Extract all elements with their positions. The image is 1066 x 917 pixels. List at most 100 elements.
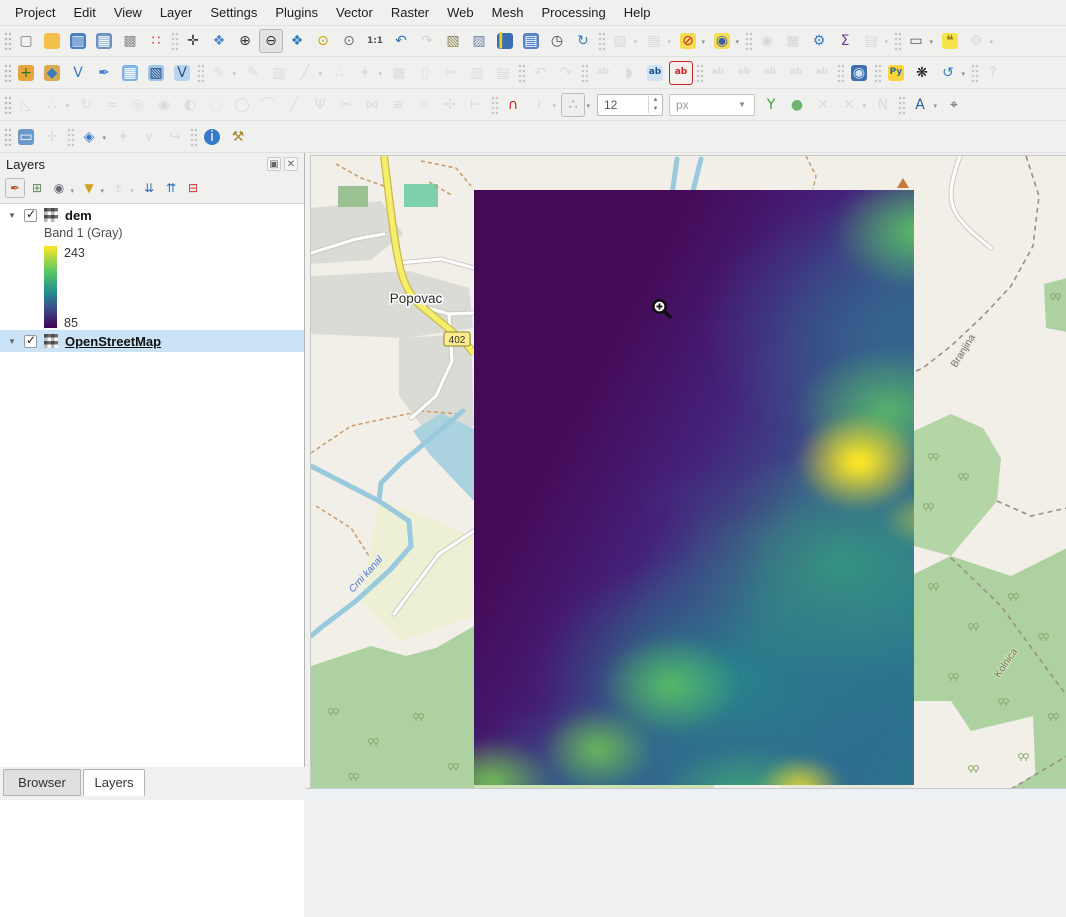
- delete-ring-icon[interactable]: ◌: [204, 93, 228, 117]
- rotate-point-symbols-icon[interactable]: ✳: [412, 93, 436, 117]
- rotate-label-icon[interactable]: ab: [784, 61, 808, 85]
- edit-annotation-icon[interactable]: ⌖: [942, 93, 966, 117]
- diagram-options-disabled-icon[interactable]: ◗: [617, 61, 641, 85]
- new-print-layout-icon[interactable]: ▦: [92, 29, 116, 53]
- run-feature-action-icon[interactable]: ⚙▾: [964, 29, 988, 53]
- first-aid-plugin-icon[interactable]: ❋: [910, 61, 934, 85]
- snapping-tolerance[interactable]: 12▲▼: [597, 94, 663, 116]
- save-project-icon[interactable]: ▥: [66, 29, 90, 53]
- add-ring-icon[interactable]: ◎: [126, 93, 150, 117]
- new-mesh-layer-icon[interactable]: ▧: [144, 61, 168, 85]
- processing-history-icon[interactable]: ↺▾: [936, 61, 960, 85]
- undo-icon[interactable]: ↶: [528, 61, 552, 85]
- save-layer-edits-icon[interactable]: ▥: [267, 61, 291, 85]
- open-data-source-manager-icon[interactable]: +: [14, 61, 38, 85]
- identify-tool-icon[interactable]: i: [200, 125, 224, 149]
- dropdown-arrow-icon[interactable]: ▾: [933, 102, 937, 110]
- filter-by-expression-icon[interactable]: ε▾: [109, 178, 129, 198]
- pan-map-icon[interactable]: ✛: [181, 29, 205, 53]
- spinner-arrows-icon[interactable]: ▲▼: [648, 96, 662, 113]
- collapse-all-icon[interactable]: ⇈: [161, 178, 181, 198]
- change-label-properties-icon[interactable]: ab: [810, 61, 834, 85]
- pin-labels-icon[interactable]: ◈▾: [77, 125, 101, 149]
- dropdown-arrow-icon[interactable]: ▾: [989, 38, 993, 46]
- menu-processing[interactable]: Processing: [532, 2, 614, 23]
- manage-map-themes-icon[interactable]: ◉▾: [49, 178, 69, 198]
- highlight-pinned-labels-icon[interactable]: ✦: [111, 125, 135, 149]
- expand-arrow-icon[interactable]: ▼: [8, 211, 18, 220]
- rotate-label-tool-icon[interactable]: ✛: [40, 125, 64, 149]
- tab-browser[interactable]: Browser: [3, 769, 81, 796]
- fill-ring-icon[interactable]: ◐: [178, 93, 202, 117]
- dropdown-arrow-icon[interactable]: ▾: [701, 38, 705, 46]
- style-manager-icon[interactable]: ∷: [144, 29, 168, 53]
- dropdown-arrow-icon[interactable]: ▾: [586, 102, 590, 110]
- offset-curve-icon[interactable]: ⌒: [256, 93, 280, 117]
- enable-snapping-icon[interactable]: ∩: [501, 93, 525, 117]
- dropdown-arrow-icon[interactable]: ▾: [70, 187, 74, 195]
- attributes-dock-icon[interactable]: ▤▾: [859, 29, 883, 53]
- menu-vector[interactable]: Vector: [327, 2, 382, 23]
- enable-tracing-icon[interactable]: ≀▾: [527, 93, 551, 117]
- tab-layers[interactable]: Layers: [83, 769, 145, 796]
- split-parts-icon[interactable]: Ψ: [308, 93, 332, 117]
- highlight-labels-icon[interactable]: ab: [732, 61, 756, 85]
- options-wrench-icon[interactable]: ⚒: [226, 125, 250, 149]
- zoom-native-resolution-icon[interactable]: 1:1: [363, 29, 387, 53]
- dropdown-arrow-icon[interactable]: ▾: [862, 102, 866, 110]
- dropdown-arrow-icon[interactable]: ▾: [667, 38, 671, 46]
- dropdown-arrow-icon[interactable]: ▾: [378, 70, 382, 78]
- menu-project[interactable]: Project: [6, 2, 64, 23]
- new-geopackage-layer-icon[interactable]: ◆: [40, 61, 64, 85]
- cad-tools-icon[interactable]: ◺: [14, 93, 38, 117]
- self-snapping-icon[interactable]: ∴▾: [561, 93, 585, 117]
- deselect-features-icon[interactable]: ⊘▾: [676, 29, 700, 53]
- modify-attributes-icon[interactable]: ▦: [387, 61, 411, 85]
- current-edits-icon[interactable]: ✎▾: [207, 61, 231, 85]
- simplify-feature-icon[interactable]: ≈: [100, 93, 124, 117]
- measure-icon[interactable]: ▭▾: [904, 29, 928, 53]
- new-3d-map-view-icon[interactable]: ▨: [467, 29, 491, 53]
- identify-features-icon[interactable]: ◉: [755, 29, 779, 53]
- geometry-checker-icon[interactable]: N: [871, 93, 895, 117]
- menu-web[interactable]: Web: [438, 2, 483, 23]
- processing-toolbox-icon[interactable]: ⚙: [807, 29, 831, 53]
- dropdown-arrow-icon[interactable]: ▾: [130, 187, 134, 195]
- chevron-down-icon[interactable]: ▼: [738, 100, 754, 109]
- menu-edit[interactable]: Edit: [64, 2, 104, 23]
- move-label-and-diagram-icon[interactable]: ▭: [14, 125, 38, 149]
- copy-features-icon[interactable]: ▥: [465, 61, 489, 85]
- dropdown-arrow-icon[interactable]: ▾: [232, 70, 236, 78]
- zoom-in-icon[interactable]: ⊕: [233, 29, 257, 53]
- dropdown-arrow-icon[interactable]: ▾: [961, 70, 965, 78]
- refresh-map-icon[interactable]: ↻: [571, 29, 595, 53]
- select-features-by-value-icon[interactable]: ▤▾: [642, 29, 666, 53]
- dropdown-arrow-icon[interactable]: ▾: [735, 38, 739, 46]
- osm-visibility-checkbox[interactable]: [24, 335, 37, 348]
- merge-features-icon[interactable]: ⋈: [360, 93, 384, 117]
- dem-layer-label[interactable]: dem: [65, 208, 92, 223]
- snapping-unit[interactable]: px▼: [669, 94, 755, 116]
- dropdown-arrow-icon[interactable]: ▾: [633, 38, 637, 46]
- avoid-overlap-on-layer-icon[interactable]: ●: [785, 93, 809, 117]
- snap-mode-icon[interactable]: ✕▾: [837, 93, 861, 117]
- show-statistical-summary-icon[interactable]: Σ: [833, 29, 857, 53]
- add-record-icon[interactable]: ∴: [327, 61, 351, 85]
- menu-view[interactable]: View: [105, 2, 151, 23]
- reshape-features-icon[interactable]: ╱: [282, 93, 306, 117]
- open-attribute-table-icon[interactable]: ▦: [781, 29, 805, 53]
- zoom-out-icon[interactable]: ⊖: [259, 29, 283, 53]
- merge-attributes-icon[interactable]: ≡: [386, 93, 410, 117]
- menu-settings[interactable]: Settings: [201, 2, 266, 23]
- show-layout-manager-icon[interactable]: ▩: [118, 29, 142, 53]
- panel-float-icon[interactable]: ▣: [267, 157, 281, 171]
- expand-all-icon[interactable]: ⇊: [139, 178, 159, 198]
- new-project-icon[interactable]: ▢: [14, 29, 38, 53]
- select-features-icon[interactable]: ▧▾: [608, 29, 632, 53]
- dropdown-arrow-icon[interactable]: ▾: [65, 102, 69, 110]
- dropdown-arrow-icon[interactable]: ▾: [884, 38, 888, 46]
- pan-map-to-selection-icon[interactable]: ❖: [207, 29, 231, 53]
- paste-features-icon[interactable]: ▤: [491, 61, 515, 85]
- new-virtual-layer-icon[interactable]: ▦: [118, 61, 142, 85]
- map-canvas[interactable]: Popovac 402 Crni kanal Branjina Kolnica: [310, 155, 1066, 788]
